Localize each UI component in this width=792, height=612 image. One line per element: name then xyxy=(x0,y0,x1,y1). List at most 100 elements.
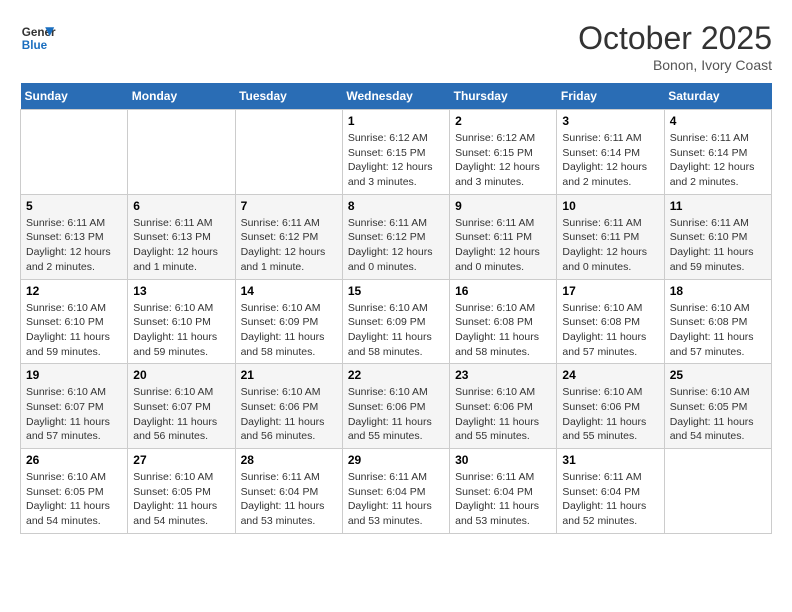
day-info: Sunrise: 6:12 AM Sunset: 6:15 PM Dayligh… xyxy=(348,131,444,190)
day-number: 1 xyxy=(348,114,444,128)
logo: General Blue xyxy=(20,20,56,56)
location-subtitle: Bonon, Ivory Coast xyxy=(578,57,772,73)
day-number: 5 xyxy=(26,199,122,213)
calendar-cell: 19 Sunrise: 6:10 AM Sunset: 6:07 PM Dayli… xyxy=(21,364,128,449)
calendar-cell: 25Sunrise: 6:10 AM Sunset: 6:05 PM Dayli… xyxy=(664,364,771,449)
month-title: October 2025 xyxy=(578,20,772,57)
calendar-cell: 7 Sunrise: 6:11 AM Sunset: 6:12 PM Daylig… xyxy=(235,194,342,279)
day-number: 9 xyxy=(455,199,551,213)
day-info: Sunrise: 6:10 AM Sunset: 6:08 PM Dayligh… xyxy=(455,301,551,360)
day-number: 8 xyxy=(348,199,444,213)
header-day-sunday: Sunday xyxy=(21,83,128,110)
day-info: Sunrise: 6:10 AM Sunset: 6:05 PM Dayligh… xyxy=(26,470,122,529)
calendar-cell: 22Sunrise: 6:10 AM Sunset: 6:06 PM Dayli… xyxy=(342,364,449,449)
day-info: Sunrise: 6:11 AM Sunset: 6:14 PM Dayligh… xyxy=(670,131,766,190)
day-number: 7 xyxy=(241,199,337,213)
header-day-friday: Friday xyxy=(557,83,664,110)
calendar-cell: 28 Sunrise: 6:11 AM Sunset: 6:04 PM Dayli… xyxy=(235,449,342,534)
day-info: Sunrise: 6:10 AM Sunset: 6:06 PM Dayligh… xyxy=(241,385,337,444)
day-info: Sunrise: 6:11 AM Sunset: 6:12 PM Dayligh… xyxy=(241,216,337,275)
header-day-thursday: Thursday xyxy=(450,83,557,110)
calendar-cell: 2 Sunrise: 6:12 AM Sunset: 6:15 PM Daylig… xyxy=(450,110,557,195)
calendar-cell: 4 Sunrise: 6:11 AM Sunset: 6:14 PM Daylig… xyxy=(664,110,771,195)
day-number: 11 xyxy=(670,199,766,213)
calendar-week-1: 1 Sunrise: 6:12 AM Sunset: 6:15 PM Daylig… xyxy=(21,110,772,195)
calendar-cell: 10Sunrise: 6:11 AM Sunset: 6:11 PM Dayli… xyxy=(557,194,664,279)
day-info: Sunrise: 6:11 AM Sunset: 6:04 PM Dayligh… xyxy=(562,470,658,529)
day-number: 12 xyxy=(26,284,122,298)
day-info: Sunrise: 6:10 AM Sunset: 6:07 PM Dayligh… xyxy=(26,385,122,444)
calendar-cell: 17 Sunrise: 6:10 AM Sunset: 6:08 PM Dayli… xyxy=(557,279,664,364)
day-info: Sunrise: 6:10 AM Sunset: 6:09 PM Dayligh… xyxy=(348,301,444,360)
calendar-cell: 24 Sunrise: 6:10 AM Sunset: 6:06 PM Dayli… xyxy=(557,364,664,449)
calendar-header-row: SundayMondayTuesdayWednesdayThursdayFrid… xyxy=(21,83,772,110)
day-info: Sunrise: 6:10 AM Sunset: 6:05 PM Dayligh… xyxy=(670,385,766,444)
calendar-cell: 5Sunrise: 6:11 AM Sunset: 6:13 PM Daylig… xyxy=(21,194,128,279)
day-info: Sunrise: 6:10 AM Sunset: 6:06 PM Dayligh… xyxy=(348,385,444,444)
calendar-week-4: 19 Sunrise: 6:10 AM Sunset: 6:07 PM Dayli… xyxy=(21,364,772,449)
calendar-cell: 12 Sunrise: 6:10 AM Sunset: 6:10 PM Dayli… xyxy=(21,279,128,364)
calendar-cell: 9Sunrise: 6:11 AM Sunset: 6:11 PM Daylig… xyxy=(450,194,557,279)
day-number: 3 xyxy=(562,114,658,128)
day-number: 13 xyxy=(133,284,229,298)
day-number: 19 xyxy=(26,368,122,382)
calendar-week-5: 26Sunrise: 6:10 AM Sunset: 6:05 PM Dayli… xyxy=(21,449,772,534)
header-day-wednesday: Wednesday xyxy=(342,83,449,110)
day-number: 14 xyxy=(241,284,337,298)
day-number: 27 xyxy=(133,453,229,467)
calendar-cell: 26Sunrise: 6:10 AM Sunset: 6:05 PM Dayli… xyxy=(21,449,128,534)
svg-text:Blue: Blue xyxy=(22,39,48,52)
day-info: Sunrise: 6:10 AM Sunset: 6:07 PM Dayligh… xyxy=(133,385,229,444)
calendar-cell: 6 Sunrise: 6:11 AM Sunset: 6:13 PM Daylig… xyxy=(128,194,235,279)
day-number: 10 xyxy=(562,199,658,213)
day-number: 21 xyxy=(241,368,337,382)
day-number: 15 xyxy=(348,284,444,298)
day-info: Sunrise: 6:10 AM Sunset: 6:08 PM Dayligh… xyxy=(562,301,658,360)
calendar-cell: 18 Sunrise: 6:10 AM Sunset: 6:08 PM Dayli… xyxy=(664,279,771,364)
calendar-cell: 15 Sunrise: 6:10 AM Sunset: 6:09 PM Dayli… xyxy=(342,279,449,364)
day-info: Sunrise: 6:12 AM Sunset: 6:15 PM Dayligh… xyxy=(455,131,551,190)
calendar-week-2: 5 Sunrise: 6:11 AM Sunset: 6:13 PM Daylig… xyxy=(21,194,772,279)
day-number: 24 xyxy=(562,368,658,382)
calendar-cell xyxy=(21,110,128,195)
header-day-monday: Monday xyxy=(128,83,235,110)
day-info: Sunrise: 6:10 AM Sunset: 6:10 PM Dayligh… xyxy=(133,301,229,360)
day-info: Sunrise: 6:11 AM Sunset: 6:14 PM Dayligh… xyxy=(562,131,658,190)
calendar-week-3: 12 Sunrise: 6:10 AM Sunset: 6:10 PM Dayli… xyxy=(21,279,772,364)
day-number: 18 xyxy=(670,284,766,298)
day-info: Sunrise: 6:11 AM Sunset: 6:13 PM Dayligh… xyxy=(133,216,229,275)
calendar-cell: 8Sunrise: 6:11 AM Sunset: 6:12 PM Daylig… xyxy=(342,194,449,279)
calendar-cell xyxy=(128,110,235,195)
day-info: Sunrise: 6:11 AM Sunset: 6:04 PM Dayligh… xyxy=(455,470,551,529)
page-header: General Blue October 2025 Bonon, Ivory C… xyxy=(20,20,772,73)
day-number: 30 xyxy=(455,453,551,467)
calendar-cell: 29 Sunrise: 6:11 AM Sunset: 6:04 PM Dayli… xyxy=(342,449,449,534)
day-number: 6 xyxy=(133,199,229,213)
calendar-cell: 21 Sunrise: 6:10 AM Sunset: 6:06 PM Dayli… xyxy=(235,364,342,449)
day-number: 4 xyxy=(670,114,766,128)
calendar-cell: 11Sunrise: 6:11 AM Sunset: 6:10 PM Dayli… xyxy=(664,194,771,279)
day-info: Sunrise: 6:10 AM Sunset: 6:08 PM Dayligh… xyxy=(670,301,766,360)
day-info: Sunrise: 6:11 AM Sunset: 6:04 PM Dayligh… xyxy=(348,470,444,529)
calendar-cell xyxy=(235,110,342,195)
title-area: October 2025 Bonon, Ivory Coast xyxy=(578,20,772,73)
day-info: Sunrise: 6:10 AM Sunset: 6:10 PM Dayligh… xyxy=(26,301,122,360)
calendar-cell: 3 Sunrise: 6:11 AM Sunset: 6:14 PM Daylig… xyxy=(557,110,664,195)
day-number: 2 xyxy=(455,114,551,128)
day-number: 28 xyxy=(241,453,337,467)
calendar-cell: 23Sunrise: 6:10 AM Sunset: 6:06 PM Dayli… xyxy=(450,364,557,449)
calendar-cell: 13 Sunrise: 6:10 AM Sunset: 6:10 PM Dayli… xyxy=(128,279,235,364)
day-number: 16 xyxy=(455,284,551,298)
calendar-table: SundayMondayTuesdayWednesdayThursdayFrid… xyxy=(20,83,772,534)
day-number: 29 xyxy=(348,453,444,467)
header-day-saturday: Saturday xyxy=(664,83,771,110)
day-info: Sunrise: 6:10 AM Sunset: 6:09 PM Dayligh… xyxy=(241,301,337,360)
day-info: Sunrise: 6:10 AM Sunset: 6:06 PM Dayligh… xyxy=(562,385,658,444)
calendar-cell: 30 Sunrise: 6:11 AM Sunset: 6:04 PM Dayli… xyxy=(450,449,557,534)
day-number: 20 xyxy=(133,368,229,382)
day-number: 17 xyxy=(562,284,658,298)
calendar-cell: 31Sunrise: 6:11 AM Sunset: 6:04 PM Dayli… xyxy=(557,449,664,534)
day-info: Sunrise: 6:11 AM Sunset: 6:04 PM Dayligh… xyxy=(241,470,337,529)
calendar-cell: 20 Sunrise: 6:10 AM Sunset: 6:07 PM Dayli… xyxy=(128,364,235,449)
calendar-cell: 14 Sunrise: 6:10 AM Sunset: 6:09 PM Dayli… xyxy=(235,279,342,364)
